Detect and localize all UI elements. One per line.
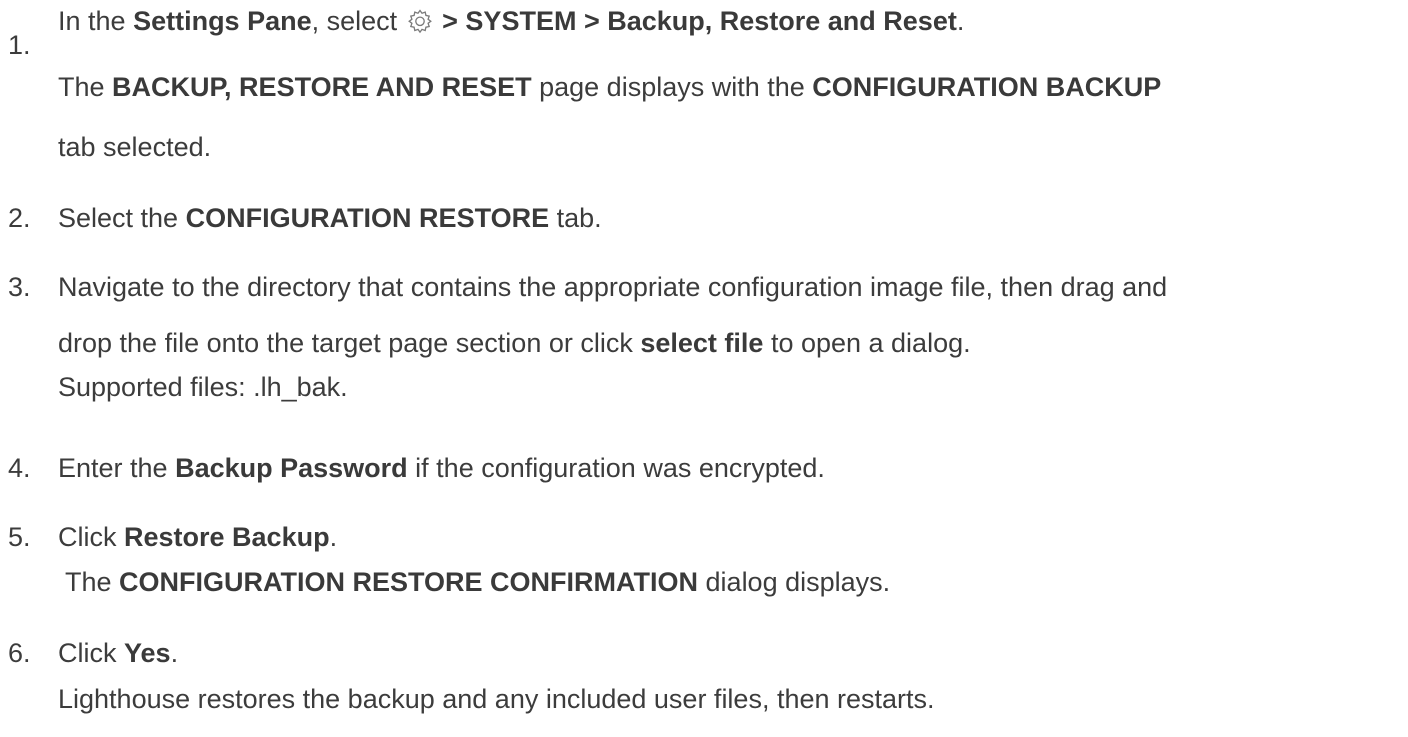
step-text-line: tab selected. [58,132,212,162]
step-text-line: drop the file onto the target page secti… [58,328,971,358]
menu-path: > SYSTEM > Backup, Restore and Reset [434,6,957,36]
step-text-line: Enter the Backup Password if the configu… [58,453,825,483]
step-text-line: Click Yes. [58,638,179,668]
step-text-line: Navigate to the directory that contains … [58,272,1168,302]
step-number: 5. [8,522,31,552]
step-text-line: The CONFIGURATION RESTORE CONFIRMATION d… [58,567,891,597]
step-number: 6. [8,638,31,668]
step-text-line: Supported files: .lh_bak. [58,372,348,402]
step-number: 4. [8,453,31,483]
gear-icon [407,8,433,34]
step-number: 2. [8,203,31,233]
instructions-document: 1. In the Settings Pane, select > SYSTEM… [0,0,1408,737]
step-text-line: Click Restore Backup. [58,522,338,552]
step-text-line: Select the CONFIGURATION RESTORE tab. [58,203,602,233]
step-text-line: Lighthouse restores the backup and any i… [58,684,935,714]
step-text-line: In the Settings Pane, select > SYSTEM > … [58,6,965,36]
step-number: 3. [8,272,31,302]
settings-pane-label: Settings Pane [133,6,312,36]
step-text-line: The BACKUP, RESTORE AND RESET page displ… [58,72,1162,102]
step-number: 1. [8,30,31,60]
